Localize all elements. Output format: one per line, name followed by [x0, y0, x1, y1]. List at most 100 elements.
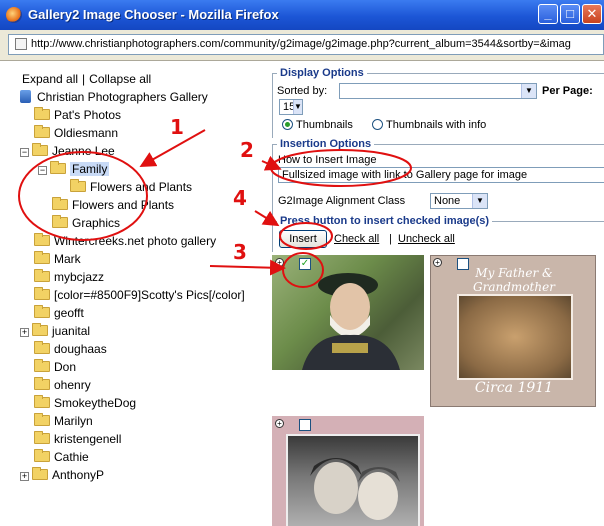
tree-root[interactable]: Christian Photographers Gallery [20, 89, 208, 106]
thumbnail-checkbox[interactable]: ✓ [299, 258, 311, 270]
tree-item[interactable]: Flowers and Plants [70, 179, 192, 196]
folder-icon [34, 377, 50, 390]
tree-root-label: Christian Photographers Gallery [37, 90, 208, 104]
tree-item[interactable]: Pat's Photos [34, 107, 121, 124]
folder-icon [34, 305, 50, 318]
tree-item[interactable]: Flowers and Plants [52, 197, 174, 214]
check-all-link[interactable]: Check all [334, 233, 379, 245]
thumbnail-2[interactable]: My Father & Grandmother Circa 1911 + [430, 255, 596, 407]
zoom-icon[interactable]: + [275, 258, 284, 267]
folder-icon [34, 233, 50, 246]
link-separator: | [389, 233, 392, 245]
page-icon [15, 38, 27, 50]
folder-icon [70, 179, 86, 192]
folder-icon [32, 323, 48, 336]
tree-item-label: kristengenell [54, 432, 122, 446]
close-button[interactable]: ✕ [582, 4, 602, 24]
tree-item-label: SmokeytheDog [54, 396, 137, 410]
window-title: Gallery2 Image Chooser - Mozilla Firefox [28, 7, 279, 22]
thumbnails-info-radio[interactable] [372, 119, 383, 130]
collapse-icon[interactable]: − [20, 148, 29, 157]
thumbnail-checkbox[interactable] [299, 419, 311, 431]
url-field[interactable]: http://www.christianphotographers.com/co… [8, 34, 604, 55]
collapse-all-link[interactable]: Collapse all [89, 72, 151, 86]
how-to-insert-select[interactable]: Fullsized image with link to Gallery pag… [278, 167, 604, 183]
annotation-number-2: 2 [240, 138, 254, 162]
thumbnail-1[interactable]: + ✓ [272, 255, 424, 370]
uncheck-all-link[interactable]: Uncheck all [398, 233, 455, 245]
thumbnails-label: Thumbnails [296, 119, 353, 131]
annotation-number-4: 4 [233, 186, 247, 210]
thumbnails-option[interactable]: Thumbnails [282, 119, 353, 131]
insertion-options-legend: Insertion Options [277, 138, 375, 150]
thumbnail-caption-bottom: Circa 1911 [474, 380, 554, 396]
how-to-insert-value: Fullsized image with link to Gallery pag… [282, 169, 528, 181]
zoom-icon[interactable]: + [433, 258, 442, 267]
tree-item[interactable]: + AnthonyP [20, 467, 104, 484]
folder-icon [52, 197, 68, 210]
chevron-down-icon: ▼ [521, 84, 536, 98]
tree-item[interactable]: + juanital [20, 323, 90, 340]
chevron-down-icon: ▼ [293, 100, 302, 114]
expand-icon[interactable]: + [20, 328, 29, 337]
maximize-button[interactable]: □ [560, 4, 580, 24]
tree-item[interactable]: Cathie [34, 449, 89, 466]
window-title-bar: Gallery2 Image Chooser - Mozilla Firefox… [0, 0, 604, 30]
tree-item[interactable]: Marilyn [34, 413, 93, 430]
insert-legend: Press button to insert checked image(s) [277, 215, 493, 227]
thumbnail-checkbox[interactable] [457, 258, 469, 270]
chevron-down-icon: ▼ [472, 194, 487, 208]
display-options-legend: Display Options [277, 67, 367, 79]
tree-item[interactable]: ohenry [34, 377, 91, 394]
thumbnails-info-option[interactable]: Thumbnails with info [372, 119, 486, 131]
tree-item-label: doughaas [54, 342, 107, 356]
folder-icon [34, 395, 50, 408]
tree-item-jeanne-lee[interactable]: − Jeanne Lee [20, 143, 115, 160]
expand-icon[interactable]: + [20, 472, 29, 481]
tree-item-label: Mark [54, 252, 81, 266]
insert-button[interactable]: Insert [279, 230, 327, 248]
folder-icon [34, 125, 50, 138]
per-page-select[interactable]: 15 ▼ [279, 99, 303, 115]
tree-item[interactable]: Don [34, 359, 76, 376]
folder-icon [34, 449, 50, 462]
thumbnail-inner-photo [286, 434, 420, 526]
tree-item-label: Wintercreeks.net photo gallery [54, 234, 217, 248]
how-to-insert-label: How to Insert Image [278, 154, 377, 166]
tree-item[interactable]: Oldiesmann [34, 125, 118, 142]
tree-item[interactable]: [color=#8500F9]Scotty's Pics[/color] [34, 287, 245, 304]
zoom-icon[interactable]: + [275, 419, 284, 428]
tree-item-label: [color=#8500F9]Scotty's Pics[/color] [54, 288, 245, 302]
tree-item[interactable]: doughaas [34, 341, 107, 358]
annotation-number-1: 1 [170, 115, 184, 139]
mother-child-photo [310, 458, 400, 520]
tree-item-label: Cathie [54, 450, 89, 464]
folder-icon [34, 251, 50, 264]
tree-item[interactable]: Wintercreeks.net photo gallery [34, 233, 216, 250]
expand-all-link[interactable]: Expand all [22, 72, 78, 86]
annotation-number-3: 3 [233, 240, 247, 264]
tree-item-family[interactable]: − Family [38, 161, 110, 178]
folder-icon [34, 431, 50, 444]
folder-icon [34, 287, 50, 300]
sorted-by-select[interactable]: ▼ [339, 83, 537, 99]
tree-item[interactable]: geofft [34, 305, 84, 322]
folder-icon [32, 467, 48, 480]
collapse-icon[interactable]: − [38, 166, 47, 175]
address-bar: http://www.christianphotographers.com/co… [0, 30, 604, 61]
tree-item[interactable]: SmokeytheDog [34, 395, 136, 412]
thumbnails-radio[interactable] [282, 119, 293, 130]
url-text: http://www.christianphotographers.com/co… [31, 38, 571, 50]
tree-item[interactable]: kristengenell [34, 431, 121, 448]
tree-item[interactable]: Mark [34, 251, 81, 268]
folder-icon [52, 215, 68, 228]
folder-open-icon [50, 161, 66, 174]
tree-item[interactable]: Graphics [52, 215, 120, 232]
folder-icon [34, 107, 50, 120]
alignment-value: None [434, 195, 461, 207]
minimize-button[interactable]: _ [538, 4, 558, 24]
tree-item-label: Family [70, 162, 110, 176]
tree-item[interactable]: mybcjazz [34, 269, 104, 286]
alignment-select[interactable]: None ▼ [430, 193, 488, 209]
thumbnail-3[interactable]: + [272, 416, 424, 526]
